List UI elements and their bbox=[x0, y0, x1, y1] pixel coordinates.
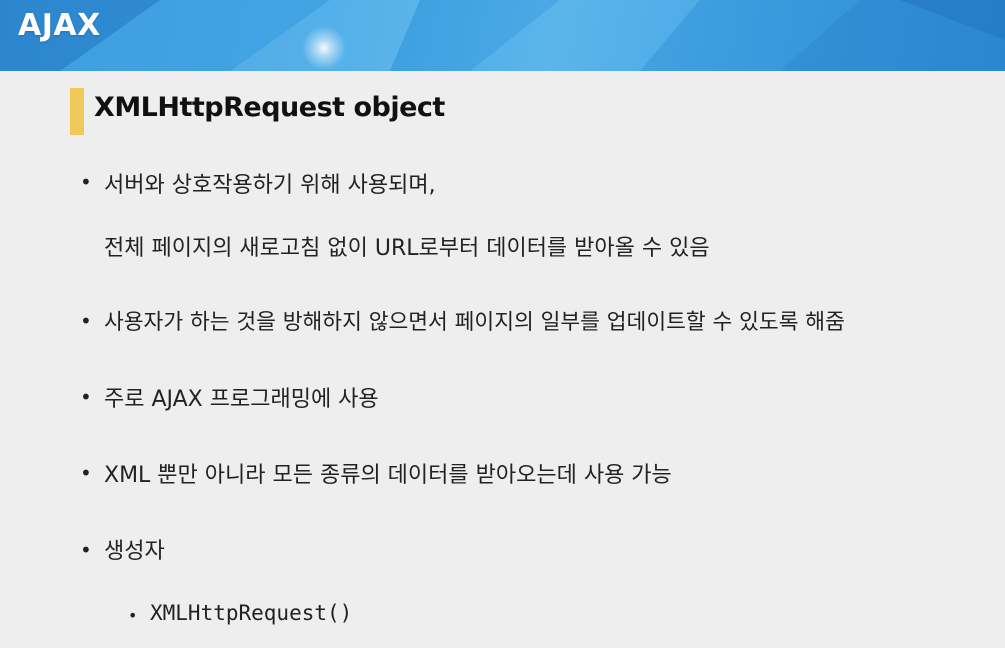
header-glow bbox=[300, 24, 348, 71]
section-accent-bar bbox=[70, 88, 84, 135]
slide: AJAX XMLHttpRequest object • 서버와 상호작용하기 … bbox=[0, 0, 1005, 648]
bullet-icon: • bbox=[80, 385, 92, 409]
header-facet-decoration bbox=[0, 0, 1005, 71]
list-item-2: 사용자가 하는 것을 방해하지 않으면서 페이지의 일부를 업데이트할 수 있도… bbox=[104, 310, 845, 335]
sub-bullet-icon: • bbox=[128, 606, 138, 625]
list-item-5: 생성자 bbox=[104, 539, 165, 564]
header-banner: AJAX bbox=[0, 0, 1005, 71]
bullet-icon: • bbox=[80, 170, 92, 194]
sub-list-item-constructor: XMLHttpRequest() bbox=[150, 601, 353, 625]
bullet-icon: • bbox=[80, 461, 92, 485]
section-title: XMLHttpRequest object bbox=[94, 92, 445, 123]
bullet-icon: • bbox=[80, 309, 92, 333]
list-item-4: XML 뿐만 아니라 모든 종류의 데이터를 받아오는데 사용 가능 bbox=[104, 463, 672, 488]
bullet-icon: • bbox=[80, 538, 92, 562]
list-item-3: 주로 AJAX 프로그래밍에 사용 bbox=[104, 387, 379, 412]
list-item-1-line-1: 서버와 상호작용하기 위해 사용되며, bbox=[104, 173, 436, 198]
list-item-1-line-2: 전체 페이지의 새로고침 없이 URL로부터 데이터를 받아올 수 있음 bbox=[104, 236, 710, 261]
slide-header-title: AJAX bbox=[18, 8, 101, 43]
